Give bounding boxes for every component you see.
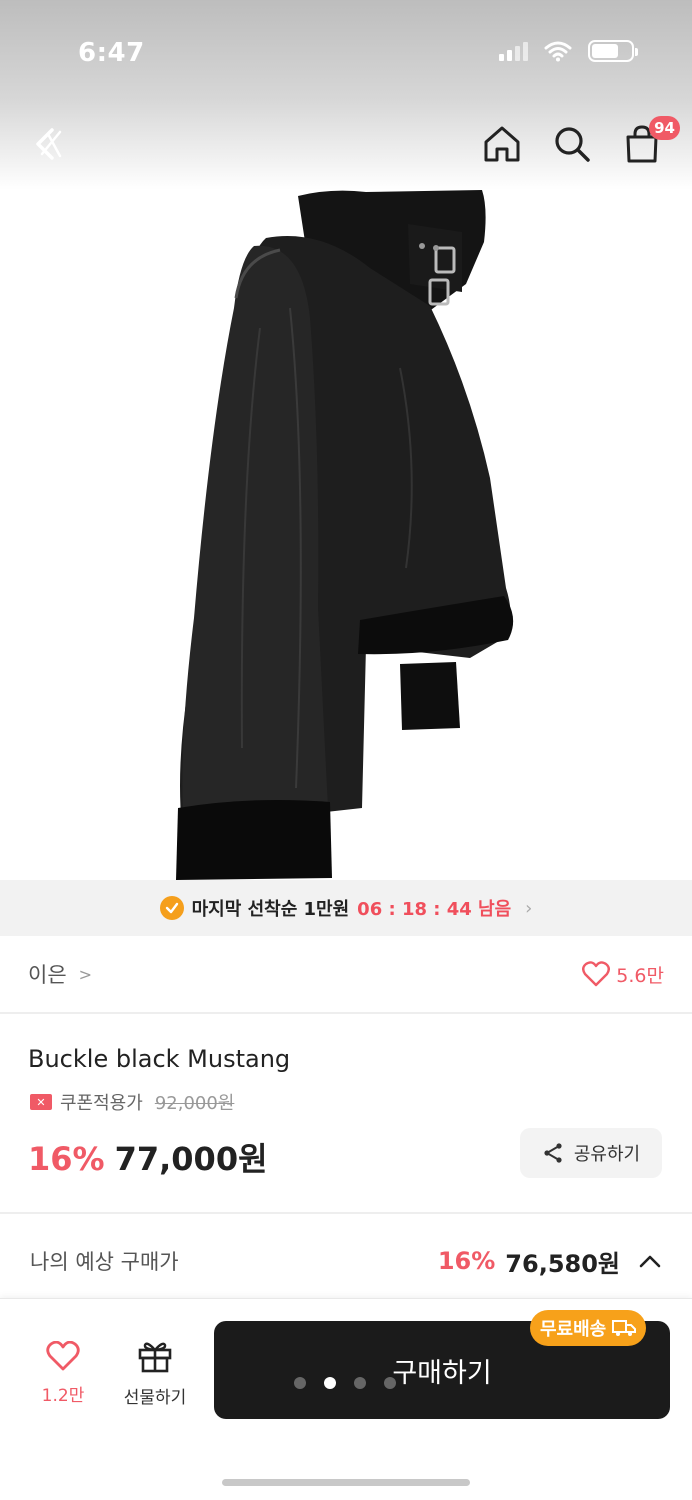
divider: [0, 1212, 692, 1214]
pager-dot[interactable]: [294, 1377, 306, 1389]
home-indicator: [222, 1479, 470, 1486]
expected-price-value: 16% 76,580원: [438, 1244, 662, 1279]
limited-offer-banner[interactable]: 마지막 선착순 1만원 06 : 18 : 44 남음 ›: [0, 880, 692, 936]
free-shipping-label: 무료배송: [540, 1319, 607, 1340]
countdown-timer: 06 : 18 : 44 남음: [357, 899, 512, 920]
status-icons: [499, 40, 638, 62]
wishlist-button[interactable]: 1.2만: [30, 1341, 96, 1406]
cart-button[interactable]: 94: [618, 116, 680, 168]
product-hero: 6:47 94: [0, 0, 692, 880]
share-button[interactable]: 공유하기: [520, 1128, 662, 1178]
sale-price: 77,000원: [114, 1140, 268, 1178]
search-icon: [555, 127, 590, 162]
brand-row: 이은 > 5.6만: [0, 936, 692, 1014]
cart-count-badge: 94: [649, 116, 680, 140]
coupon-label: 쿠폰적용가: [60, 1093, 143, 1114]
share-label: 공유하기: [573, 1144, 641, 1165]
top-nav: 94: [0, 110, 692, 182]
heart-icon: [582, 961, 611, 987]
home-icon: [484, 126, 520, 162]
brand-name: 이은: [28, 963, 67, 987]
price-row: 16% 77,000원: [28, 1134, 268, 1180]
buy-label: 구매하기: [392, 1357, 492, 1389]
back-button[interactable]: [24, 120, 72, 168]
battery-icon: [588, 40, 638, 62]
expected-price-row[interactable]: 나의 예상 구매가 16% 76,580원: [0, 1228, 692, 1294]
product-image[interactable]: [170, 188, 530, 880]
bottom-action-bar: 1.2만 선물하기 구매하기 무료배송: [0, 1298, 692, 1500]
discount-rate: 16%: [28, 1140, 105, 1178]
chevron-right-icon: >: [78, 964, 93, 984]
offer-text: 마지막 선착순 1만원: [191, 899, 350, 920]
check-badge-icon: [159, 896, 184, 920]
gift-button[interactable]: 선물하기: [116, 1339, 194, 1408]
share-icon: [544, 1143, 562, 1163]
back-icon: [36, 128, 62, 160]
expected-discount: 16%: [437, 1247, 496, 1275]
original-price: 92,000원: [154, 1093, 235, 1114]
coupon-price-row: ✕ 쿠폰적용가 92,000원: [30, 1089, 234, 1115]
search-button[interactable]: [548, 120, 596, 168]
gift-icon: [138, 1342, 172, 1373]
chevron-up-icon: [639, 1255, 661, 1268]
status-time: 6:47: [78, 38, 145, 68]
wishlist-count: 1.2만: [41, 1386, 85, 1406]
wifi-icon: [544, 41, 572, 62]
status-bar: 6:47: [0, 0, 692, 100]
home-button[interactable]: [478, 120, 526, 168]
expected-price: 76,580원: [505, 1249, 620, 1278]
heart-icon: [46, 1341, 80, 1371]
pager-dot[interactable]: [354, 1377, 366, 1389]
brand-link[interactable]: 이은 >: [28, 959, 92, 989]
product-title: Buckle black Mustang: [28, 1045, 291, 1073]
brand-like-count: 5.6만: [616, 964, 664, 987]
pager-dot[interactable]: [384, 1377, 396, 1389]
gift-label: 선물하기: [123, 1388, 187, 1408]
chevron-right-icon: ›: [525, 897, 533, 919]
brand-like-button[interactable]: 5.6만: [582, 961, 664, 988]
pager-dot-active[interactable]: [324, 1377, 336, 1389]
image-pager: [294, 1377, 396, 1389]
truck-icon: [612, 1320, 637, 1336]
coupon-icon: ✕: [30, 1094, 52, 1110]
free-shipping-badge: 무료배송: [530, 1310, 647, 1346]
expected-price-label: 나의 예상 구매가: [30, 1250, 179, 1274]
cellular-signal-icon: [499, 41, 528, 61]
